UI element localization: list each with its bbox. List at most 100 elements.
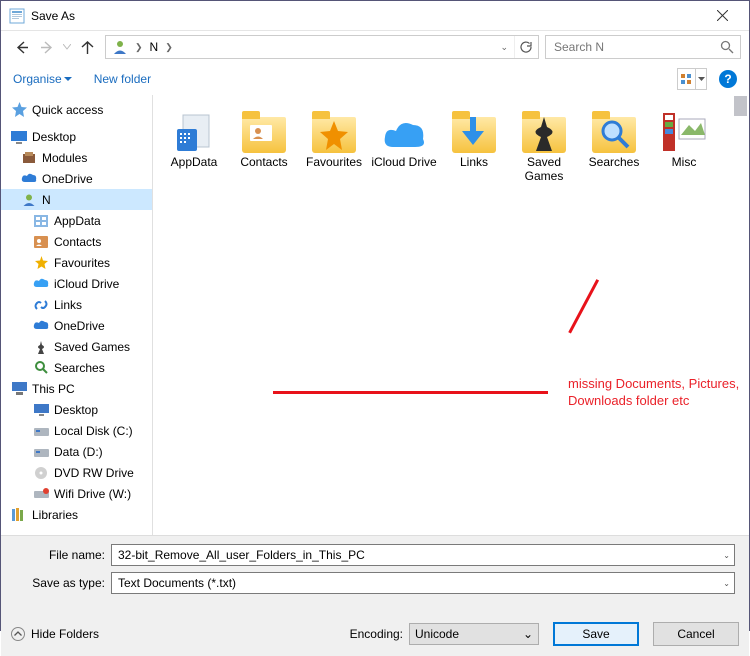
pc-icon (11, 381, 27, 397)
chevron-down-icon: ⌄ (523, 627, 533, 641)
disc-icon (33, 465, 49, 481)
folder-icloud[interactable]: iCloud Drive (369, 105, 439, 191)
forward-button[interactable] (35, 35, 59, 59)
folder-icon (520, 105, 568, 153)
back-button[interactable] (9, 35, 33, 59)
misc-icon (660, 105, 708, 153)
sidebar: Quick access Desktop Modules OneDrive N … (1, 95, 153, 535)
search-placeholder: Search N (554, 40, 604, 54)
encoding-label: Encoding: (350, 627, 403, 641)
breadcrumb-n[interactable]: N (146, 36, 163, 58)
folder-icon (310, 105, 358, 153)
contacts-icon (33, 234, 49, 250)
sidebar-item-data[interactable]: Data (D:) (1, 441, 152, 462)
folder-links[interactable]: Links (439, 105, 509, 191)
chevron-down-icon (695, 69, 706, 89)
close-button[interactable] (700, 2, 745, 30)
chevron-up-icon (11, 627, 25, 641)
filename-input[interactable]: 32-bit_Remove_All_user_Folders_in_This_P… (111, 544, 735, 566)
folder-misc[interactable]: Misc (649, 105, 719, 191)
cloud-icon (33, 318, 49, 334)
sidebar-item-desktop2[interactable]: Desktop (1, 399, 152, 420)
main-area: Quick access Desktop Modules OneDrive N … (1, 95, 749, 535)
encoding-select[interactable]: Unicode⌄ (409, 623, 539, 645)
cloud-icon (380, 105, 428, 153)
view-options-button[interactable] (677, 68, 707, 90)
star-icon (33, 255, 49, 271)
sidebar-item-searches[interactable]: Searches (1, 357, 152, 378)
sidebar-item-modules[interactable]: Modules (1, 147, 152, 168)
folder-searches[interactable]: Searches (579, 105, 649, 191)
chevron-down-icon[interactable]: ⌄ (494, 42, 514, 53)
star-icon (11, 102, 27, 118)
sidebar-item-localdisk[interactable]: Local Disk (C:) (1, 420, 152, 441)
drive-icon (33, 444, 49, 460)
folder-contacts[interactable]: Contacts (229, 105, 299, 191)
folder-icon (240, 105, 288, 153)
file-pane[interactable]: AppData Contacts Favourites iCloud Drive… (153, 95, 749, 535)
sidebar-item-dvd[interactable]: DVD RW Drive (1, 462, 152, 483)
appdata-icon (170, 105, 218, 153)
bottom-panel: File name: 32-bit_Remove_All_user_Folder… (1, 535, 749, 608)
type-select[interactable]: Text Documents (*.txt)⌄ (111, 572, 735, 594)
desktop-icon (11, 129, 27, 145)
chevron-down-icon: ⌄ (723, 579, 730, 588)
sidebar-item-links[interactable]: Links (1, 294, 152, 315)
user-icon (21, 192, 37, 208)
titlebar: Save As (1, 1, 749, 31)
sidebar-item-onedrive2[interactable]: OneDrive (1, 315, 152, 336)
cancel-button[interactable]: Cancel (653, 622, 739, 646)
folder-appdata[interactable]: AppData (159, 105, 229, 191)
refresh-icon (519, 40, 533, 54)
footer: Hide Folders Encoding: Unicode⌄ Save Can… (1, 608, 749, 656)
folder-favourites[interactable]: Favourites (299, 105, 369, 191)
address-bar[interactable]: ❯ N ❯ ⌄ (105, 35, 539, 59)
save-button[interactable]: Save (553, 622, 639, 646)
chevron-right-icon: ❯ (162, 42, 176, 53)
chevron-down-icon (64, 77, 72, 82)
view-icon (678, 69, 695, 89)
arrow-left-icon (14, 40, 29, 55)
folder-icon (450, 105, 498, 153)
refresh-button[interactable] (514, 36, 536, 58)
sidebar-item-favourites[interactable]: Favourites (1, 252, 152, 273)
sidebar-item-quick-access[interactable]: Quick access (1, 99, 152, 120)
type-label: Save as type: (11, 576, 111, 590)
chevron-right-icon: ❯ (132, 42, 146, 53)
window-title: Save As (31, 9, 700, 23)
sidebar-item-icloud[interactable]: iCloud Drive (1, 273, 152, 294)
annotation-line (273, 391, 548, 394)
nav-row: ❯ N ❯ ⌄ Search N (1, 31, 749, 63)
search-icon (33, 360, 49, 376)
new-folder-button[interactable]: New folder (94, 72, 151, 86)
sidebar-item-wifidrive[interactable]: Wifi Drive (W:) (1, 483, 152, 504)
hide-folders-button[interactable]: Hide Folders (11, 627, 99, 641)
sidebar-item-appdata[interactable]: AppData (1, 210, 152, 231)
organise-button[interactable]: Organise (13, 72, 72, 86)
search-input[interactable]: Search N (545, 35, 741, 59)
appdata-icon (33, 213, 49, 229)
breadcrumb-user[interactable] (108, 36, 132, 58)
filename-label: File name: (11, 548, 111, 562)
arrow-up-icon (80, 40, 95, 55)
app-icon (9, 8, 25, 24)
sidebar-item-libraries[interactable]: Libraries (1, 504, 152, 525)
sidebar-item-onedrive[interactable]: OneDrive (1, 168, 152, 189)
help-button[interactable]: ? (719, 70, 737, 88)
folder-savedgames[interactable]: Saved Games (509, 105, 579, 191)
modules-icon (21, 150, 37, 166)
history-dropdown[interactable] (61, 35, 73, 59)
sidebar-item-thispc[interactable]: This PC (1, 378, 152, 399)
sidebar-item-contacts[interactable]: Contacts (1, 231, 152, 252)
sidebar-item-desktop[interactable]: Desktop (1, 126, 152, 147)
sidebar-item-savedgames[interactable]: Saved Games (1, 336, 152, 357)
annotation-text: missing Documents, Pictures, Downloads f… (568, 375, 739, 409)
desktop-icon (33, 402, 49, 418)
chevron-down-icon: ⌄ (723, 551, 730, 560)
netdrive-icon (33, 486, 49, 502)
search-icon (720, 40, 734, 54)
cloud-icon (21, 171, 37, 187)
sidebar-item-n[interactable]: N (1, 189, 152, 210)
games-icon (33, 339, 49, 355)
up-button[interactable] (75, 35, 99, 59)
